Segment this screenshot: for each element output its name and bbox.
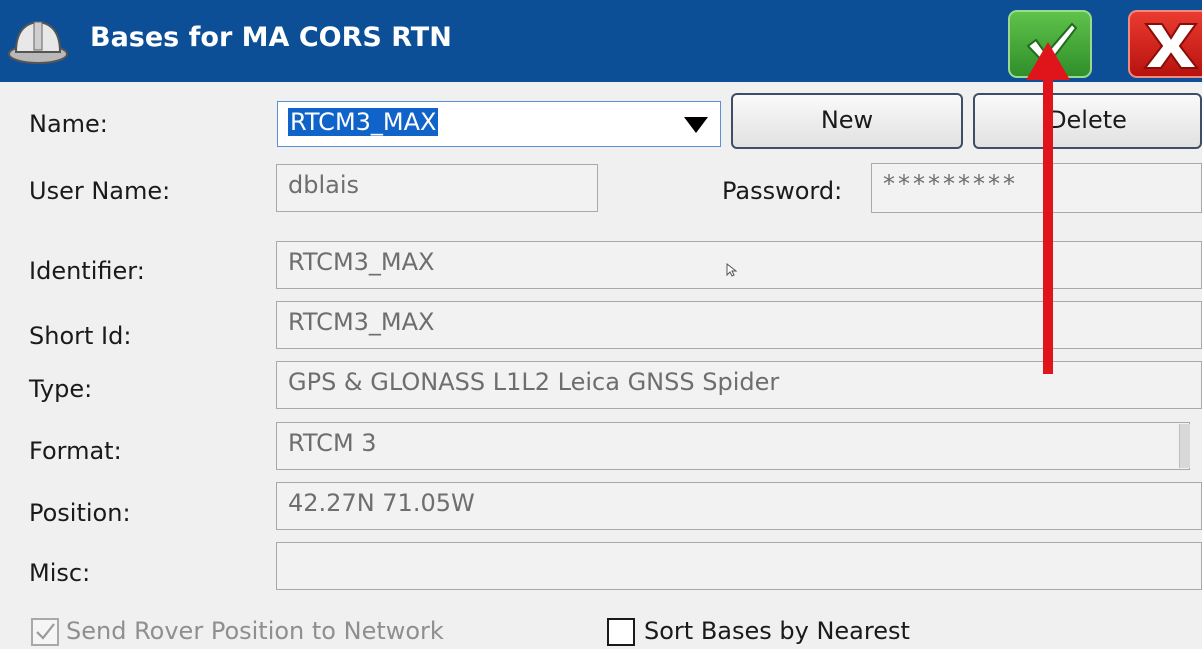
- format-label: Format:: [29, 437, 122, 465]
- identifier-label: Identifier:: [29, 257, 145, 285]
- sort-bases-label: Sort Bases by Nearest: [644, 617, 910, 645]
- hardhat-icon: [6, 16, 70, 66]
- checkmark-icon: [36, 623, 55, 640]
- send-rover-label: Send Rover Position to Network: [66, 617, 444, 645]
- user-name-label: User Name:: [29, 177, 171, 205]
- position-label: Position:: [29, 499, 131, 527]
- window-title: Bases for MA CORS RTN: [90, 22, 452, 53]
- format-scrollbar[interactable]: [1179, 424, 1190, 468]
- name-dropdown[interactable]: RTCM3_MAX: [277, 101, 721, 147]
- name-label: Name:: [29, 110, 108, 138]
- send-rover-checkbox[interactable]: [31, 618, 59, 646]
- new-button[interactable]: New: [731, 93, 963, 149]
- misc-field[interactable]: [276, 542, 1202, 590]
- annotation-arrow: [1026, 42, 1070, 374]
- mouse-cursor-icon: [726, 262, 738, 281]
- delete-button[interactable]: Delete: [973, 93, 1202, 149]
- type-label: Type:: [29, 375, 93, 403]
- short-id-label: Short Id:: [29, 322, 132, 350]
- chevron-down-icon[interactable]: [678, 109, 714, 139]
- name-value[interactable]: RTCM3_MAX: [288, 108, 439, 136]
- position-field[interactable]: 42.27N 71.05W: [276, 482, 1202, 530]
- close-x-icon: [1142, 23, 1200, 69]
- misc-label: Misc:: [29, 559, 91, 587]
- format-field[interactable]: RTCM 3: [276, 422, 1190, 470]
- user-name-field[interactable]: dblais: [276, 164, 598, 212]
- sort-bases-checkbox[interactable]: [607, 618, 635, 646]
- cancel-button[interactable]: [1128, 10, 1202, 78]
- password-label: Password:: [722, 177, 843, 205]
